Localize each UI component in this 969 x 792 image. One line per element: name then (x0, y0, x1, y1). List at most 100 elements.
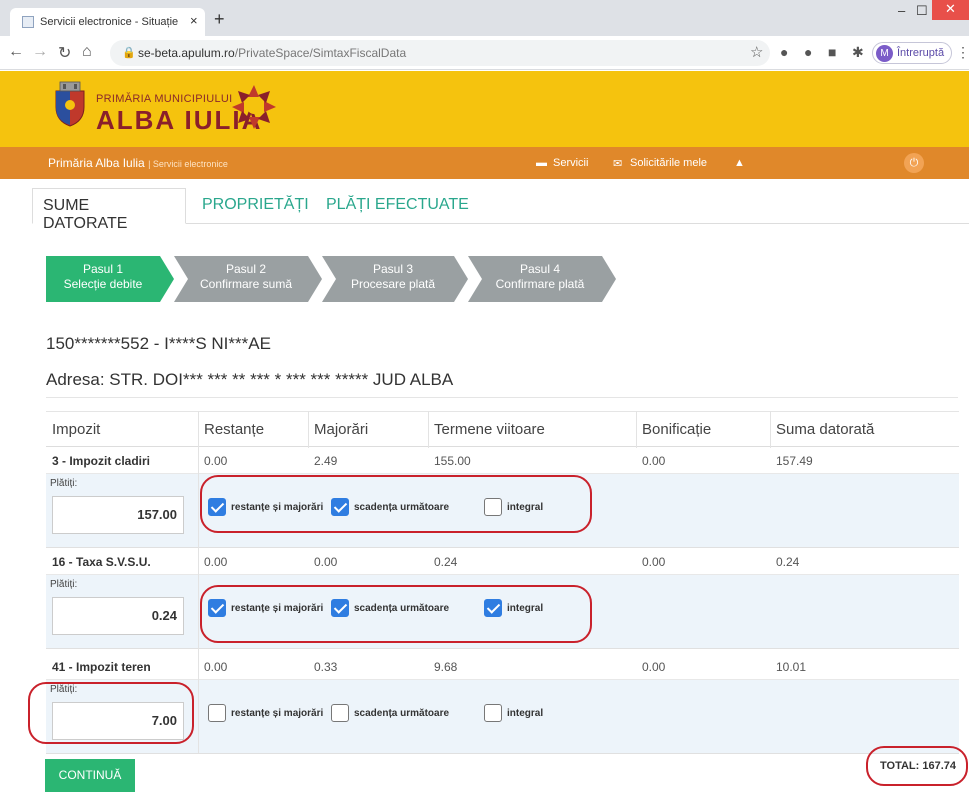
sun-logo-icon (232, 85, 276, 129)
table-header: Impozit Restanțe Majorări Termene viitoa… (46, 411, 959, 447)
extension-icon[interactable]: ● (780, 44, 788, 60)
step-notch (174, 256, 188, 302)
nav-servicii[interactable]: Servicii (553, 157, 588, 169)
address-bar: ← → ↻ ⌂ 🔒 se-beta.apulum.ro/PrivateSpace… (0, 36, 969, 70)
user-icon[interactable]: ▲ (734, 157, 745, 169)
lock-icon: 🔒 (122, 47, 136, 59)
payment-amount-input[interactable]: 157.00 (52, 496, 184, 534)
url-path: /PrivateSpace/SimtaxFiscalData (234, 46, 407, 60)
pay-label: Plătiți: (50, 478, 78, 489)
majorari-value: 2.49 (314, 454, 338, 468)
col-restante: Restanțe (204, 421, 265, 438)
forward-icon[interactable]: → (32, 43, 48, 61)
option-label: restanțe și majorări (231, 708, 324, 719)
column-separator (198, 411, 199, 753)
total-amount: TOTAL: 167.74 (880, 760, 957, 772)
tax-name: 3 - Impozit cladiri (52, 454, 151, 468)
col-termene: Termene viitoare (434, 421, 545, 438)
step-subtitle: Confirmare plată (495, 277, 585, 291)
step-arrow (308, 256, 322, 302)
site-subtitle: | Servicii electronice (148, 159, 228, 169)
checkbox-scadenta[interactable] (331, 704, 349, 722)
folder-icon: ▬ (536, 157, 547, 169)
tab-proprietati[interactable]: PROPRIETĂȚI (192, 188, 319, 224)
restante-value: 0.00 (204, 454, 228, 468)
page-favicon-icon (22, 16, 34, 28)
step-title: Pasul 2 (225, 262, 267, 276)
step-arrow (602, 256, 616, 302)
continue-button[interactable]: CONTINUĂ (45, 759, 135, 792)
checkbox-integral[interactable] (484, 704, 502, 722)
checkbox-restante[interactable] (208, 704, 226, 722)
step-arrow (454, 256, 468, 302)
table-row: 16 - Taxa S.V.S.U. 0.00 0.00 0.24 0.00 0… (46, 549, 959, 575)
logout-icon[interactable]: ⏻ (904, 153, 924, 173)
restante-value: 0.00 (204, 555, 228, 569)
home-icon[interactable]: ⌂ (82, 43, 92, 61)
extension-icon[interactable]: ● (804, 44, 812, 60)
url-field[interactable]: 🔒 se-beta.apulum.ro/PrivateSpace/SimtaxF… (110, 40, 770, 66)
tax-name: 41 - Impozit teren (52, 660, 151, 674)
taxpayer-address: Adresa: STR. DOI*** *** ** *** * *** ***… (46, 370, 454, 389)
divider (46, 397, 958, 398)
bonificatie-value: 0.00 (642, 660, 666, 674)
nav-solicitari[interactable]: Solicitările mele (630, 157, 707, 169)
browser-tabbar: Servicii electronice - Situație fisca × … (0, 0, 969, 36)
step-title: Pasul 3 (372, 262, 414, 276)
back-icon[interactable]: ← (8, 43, 24, 61)
taxpayer-identity: 150*******552 - I****S NI***AE (46, 334, 271, 353)
close-tab-icon[interactable]: × (190, 13, 198, 28)
payment-amount-input[interactable]: 0.24 (52, 597, 184, 635)
annotation-highlight (28, 682, 194, 744)
window-close-icon[interactable]: ✕ (932, 0, 969, 20)
col-majorari: Majorări (314, 421, 369, 438)
site-navbar: Primăria Alba Iulia | Servicii electroni… (0, 147, 969, 179)
avatar: M (876, 45, 893, 62)
step-1: Pasul 1 Selecție debite (46, 256, 160, 302)
new-tab-icon[interactable]: + (214, 9, 225, 30)
option-label: integral (507, 708, 544, 719)
site-banner: PRIMĂRIA MUNICIPIULUI ALBA IULIA (0, 71, 969, 147)
suma-value: 157.49 (776, 454, 813, 468)
step-3: Pasul 3 Procesare plată (322, 256, 454, 302)
majorari-value: 0.00 (314, 555, 338, 569)
column-separator (636, 411, 637, 448)
brand-subtitle: PRIMĂRIA MUNICIPIULUI (96, 93, 233, 105)
table-row: 41 - Impozit teren 0.00 0.33 9.68 0.00 1… (46, 654, 959, 680)
column-separator (428, 411, 429, 448)
tax-name: 16 - Taxa S.V.S.U. (52, 555, 151, 569)
tab-plati-efectuate[interactable]: PLĂȚI EFECTUATE (316, 188, 479, 224)
termene-value: 155.00 (434, 454, 471, 468)
minimize-icon[interactable]: – (898, 3, 905, 18)
site-name-link[interactable]: Primăria Alba Iulia (48, 156, 145, 170)
maximize-icon[interactable]: ☐ (916, 3, 928, 19)
step-subtitle: Procesare plată (350, 277, 436, 291)
bookmark-star-icon[interactable]: ☆ (750, 43, 763, 61)
step-title: Pasul 1 (82, 262, 124, 276)
pay-label: Plătiți: (50, 579, 78, 590)
termene-value: 9.68 (434, 660, 458, 674)
bonificatie-value: 0.00 (642, 555, 666, 569)
profile-button[interactable]: M Întreruptă (872, 42, 952, 64)
termene-value: 0.24 (434, 555, 458, 569)
table-row: 3 - Impozit cladiri 0.00 2.49 155.00 0.0… (46, 448, 959, 474)
page-tabs: SUME DATORATE PROPRIETĂȚI PLĂȚI EFECTUAT… (32, 188, 969, 232)
step-subtitle: Confirmare sumă (199, 277, 293, 291)
extension-icon[interactable]: ■ (828, 44, 836, 60)
annotation-highlight (200, 585, 592, 643)
browser-menu-icon[interactable]: ⋮ (956, 44, 969, 61)
reload-icon[interactable]: ↻ (58, 43, 71, 63)
browser-tab[interactable]: Servicii electronice - Situație fisca × (10, 8, 205, 36)
puzzle-icon[interactable]: ✱ (852, 44, 864, 61)
tab-sume-datorate[interactable]: SUME DATORATE (32, 188, 186, 232)
browser-tab-title: Servicii electronice - Situație fisca (40, 16, 180, 28)
annotation-highlight (200, 475, 592, 533)
step-subtitle: Selecție debite (63, 277, 143, 291)
majorari-value: 0.33 (314, 660, 338, 674)
step-title: Pasul 4 (519, 262, 561, 276)
city-crest-icon[interactable] (52, 81, 88, 127)
bonificatie-value: 0.00 (642, 454, 666, 468)
envelope-icon: ✉ (613, 158, 623, 170)
step-4: Pasul 4 Confirmare plată (468, 256, 602, 302)
url-host: se-beta.apulum.ro (138, 46, 235, 60)
